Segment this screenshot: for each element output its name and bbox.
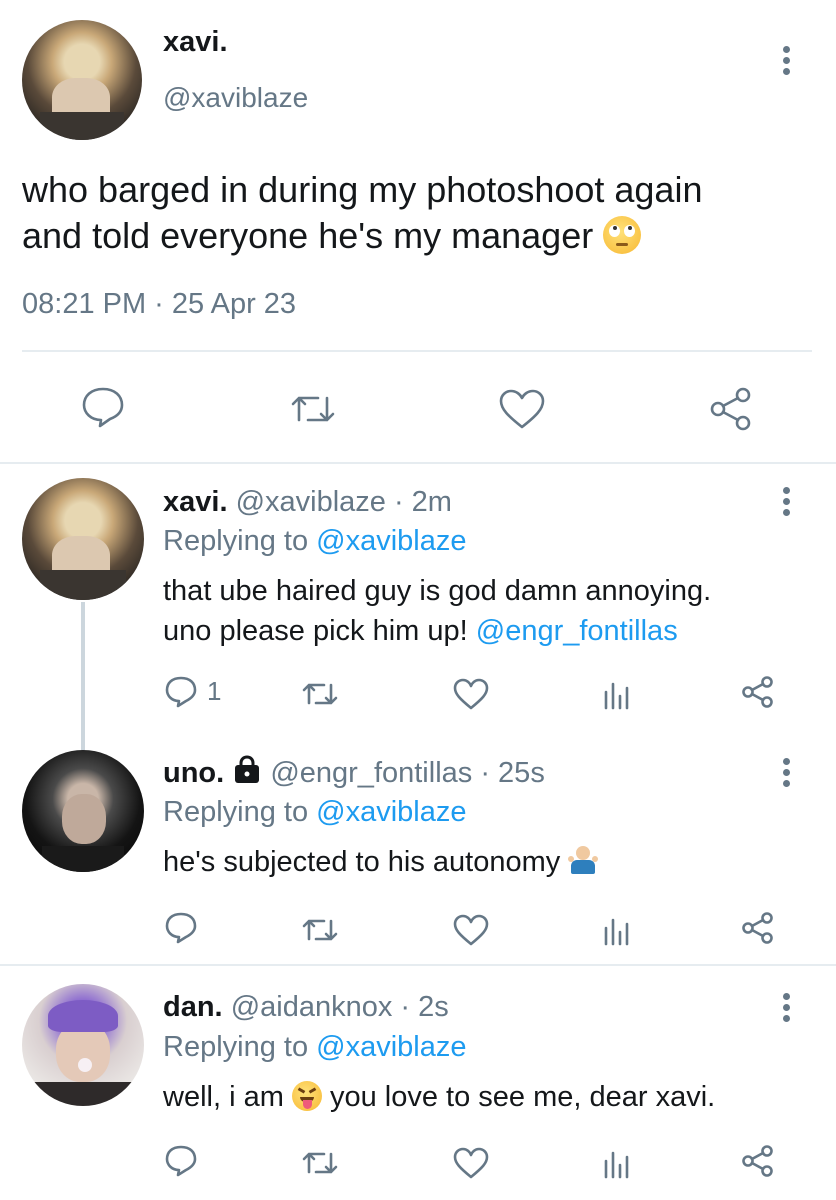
retweet-icon[interactable] xyxy=(302,1148,338,1178)
reply-header: uno. @engr_fontillas · 25s xyxy=(163,755,545,791)
retweet-icon[interactable] xyxy=(290,390,336,428)
mention-link[interactable]: @xaviblaze xyxy=(316,525,466,557)
reply-text-line-1: that ube haired guy is god damn annoying… xyxy=(163,575,712,607)
like-icon[interactable] xyxy=(453,1147,489,1179)
analytics-icon[interactable] xyxy=(602,678,630,710)
tweet-text: who barged in during my photoshoot again… xyxy=(22,167,702,259)
handle[interactable]: @xaviblaze xyxy=(236,486,386,518)
reply-icon[interactable] xyxy=(164,676,198,708)
handle[interactable]: @aidanknox xyxy=(231,991,393,1023)
reply-text: that ube haired guy is god damn annoying… xyxy=(163,573,711,649)
timestamp[interactable]: 08:21 PM · 25 Apr 23 xyxy=(22,288,296,321)
more-options-icon[interactable] xyxy=(783,993,790,1026)
more-options-icon[interactable] xyxy=(783,46,790,79)
time: · 2s xyxy=(400,991,449,1023)
tweet-text-line-1: who barged in during my photoshoot again xyxy=(22,169,703,210)
reply-text-before: well, i am xyxy=(163,1081,284,1113)
analytics-icon[interactable] xyxy=(602,1147,630,1179)
avatar[interactable] xyxy=(22,20,142,140)
squinting-face-with-tongue-icon xyxy=(291,1081,322,1111)
reply-text: he's subjected to his autonomy xyxy=(163,844,599,880)
time: · 2m xyxy=(393,486,452,518)
replying-to: Replying to @xaviblaze xyxy=(163,794,467,830)
mention-link[interactable]: @xaviblaze xyxy=(316,796,466,828)
reply-text: well, i am you love to see me, dear xavi… xyxy=(163,1079,715,1115)
reply-text-line-2-text: uno please pick him up! xyxy=(163,615,468,647)
replying-to: Replying to @xaviblaze xyxy=(163,523,467,559)
like-icon[interactable] xyxy=(453,914,489,946)
replying-to-label: Replying to xyxy=(163,796,309,828)
retweet-icon[interactable] xyxy=(302,679,338,709)
replying-to-label: Replying to xyxy=(163,1031,309,1063)
reply-count: 1 xyxy=(207,676,222,706)
like-icon[interactable] xyxy=(453,678,489,710)
retweet-icon[interactable] xyxy=(302,915,338,945)
handle[interactable]: @xaviblaze xyxy=(163,82,308,114)
divider xyxy=(22,350,812,352)
avatar[interactable] xyxy=(22,750,144,872)
divider xyxy=(0,462,836,464)
divider xyxy=(0,964,836,966)
avatar[interactable] xyxy=(22,984,144,1106)
analytics-icon[interactable] xyxy=(602,914,630,946)
reply-header: dan. @aidanknox · 2s xyxy=(163,989,449,1025)
display-name[interactable]: xavi. xyxy=(163,486,228,518)
reply-text-after: you love to see me, dear xavi. xyxy=(329,1081,716,1113)
reply-icon[interactable] xyxy=(164,912,198,944)
mention-link[interactable]: @engr_fontillas xyxy=(476,615,678,647)
share-icon[interactable] xyxy=(741,675,775,709)
thread-line xyxy=(81,602,85,752)
like-icon[interactable] xyxy=(498,388,546,430)
display-name[interactable]: uno. xyxy=(163,757,224,789)
display-name[interactable]: dan. xyxy=(163,991,223,1023)
lock-icon xyxy=(232,755,262,785)
mention-link[interactable]: @xaviblaze xyxy=(316,1031,466,1063)
share-icon[interactable] xyxy=(741,1144,775,1178)
person-shrugging-icon xyxy=(568,844,599,876)
tweet-text-line-2-text: and told everyone he's my manager xyxy=(22,215,594,256)
display-name[interactable]: xavi. xyxy=(163,26,228,59)
face-with-rolling-eyes-icon xyxy=(603,216,642,254)
reply-icon[interactable] xyxy=(80,386,126,428)
handle[interactable]: @engr_fontillas xyxy=(270,757,472,789)
more-options-icon[interactable] xyxy=(783,487,790,520)
share-icon[interactable] xyxy=(741,911,775,945)
reply-icon[interactable] xyxy=(164,1145,198,1177)
reply-header: xavi. @xaviblaze · 2m xyxy=(163,484,452,520)
tweet-text-line-2: and told everyone he's my manager xyxy=(22,213,702,259)
more-options-icon[interactable] xyxy=(783,758,790,791)
reply-text-content: he's subjected to his autonomy xyxy=(163,846,561,878)
share-icon[interactable] xyxy=(708,386,754,432)
replying-to-label: Replying to xyxy=(163,525,309,557)
replying-to: Replying to @xaviblaze xyxy=(163,1029,467,1065)
avatar[interactable] xyxy=(22,478,144,600)
time: · 25s xyxy=(480,757,545,789)
reply-text-line-2: uno please pick him up! @engr_fontillas xyxy=(163,613,711,649)
